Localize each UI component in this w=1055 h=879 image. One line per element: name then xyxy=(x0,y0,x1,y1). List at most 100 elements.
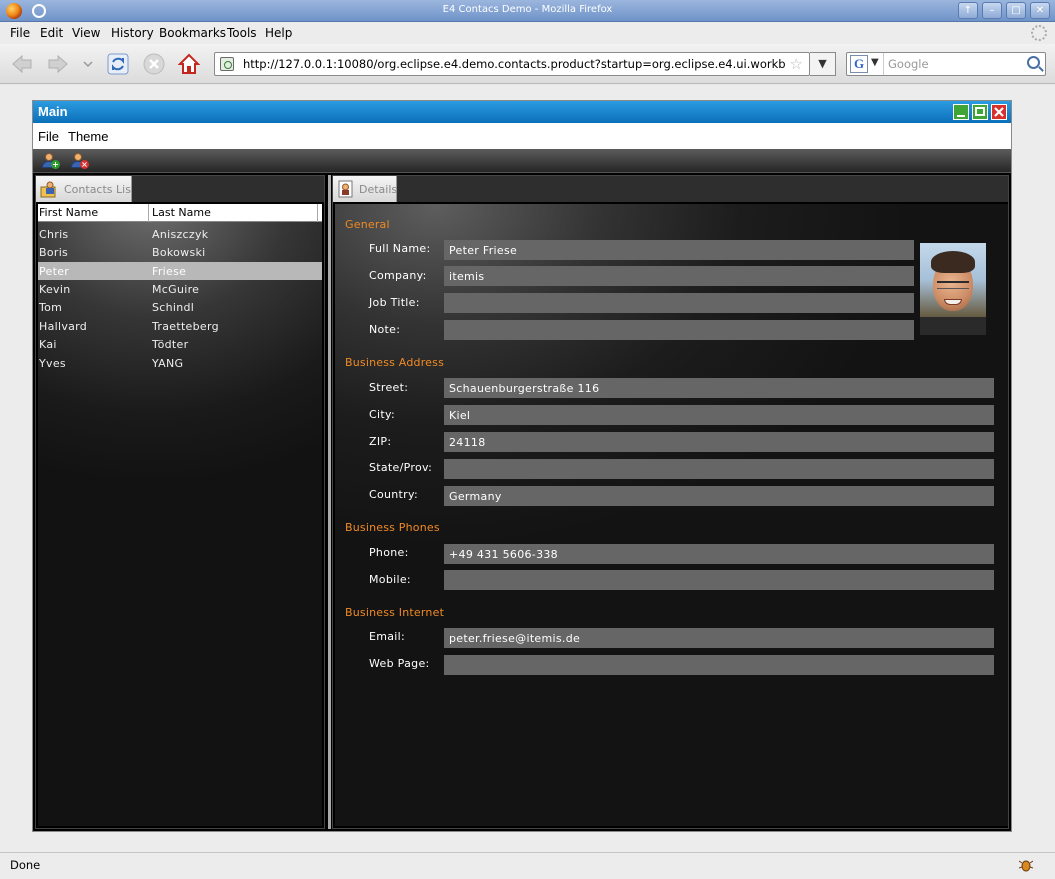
status-text: Done xyxy=(10,858,41,872)
section-business-internet: Business Internet xyxy=(345,606,445,619)
table-row[interactable]: Kevin McGuire xyxy=(38,280,322,298)
cell-last-name: Traetteberg xyxy=(152,320,219,333)
home-button[interactable] xyxy=(177,52,201,76)
column-separator[interactable] xyxy=(317,204,318,222)
delete-contact-button[interactable]: × xyxy=(69,152,89,170)
cell-first-name: Kevin xyxy=(39,283,71,296)
tab-contacts-list[interactable]: Contacts List xyxy=(36,176,132,202)
url-dropdown-button[interactable]: ▼ xyxy=(810,52,836,76)
app-menu-theme[interactable]: Theme xyxy=(68,129,108,144)
window-minimize-button[interactable]: – xyxy=(982,2,1002,19)
web-page-field[interactable] xyxy=(444,655,994,675)
bookmark-star-icon[interactable]: ☆ xyxy=(790,55,803,73)
browser-menu-bar: File Edit View History Bookmarks Tools H… xyxy=(0,22,1055,44)
cell-first-name: Peter xyxy=(39,265,70,278)
home-icon xyxy=(178,53,200,74)
menu-view[interactable]: View xyxy=(72,26,100,40)
firebug-icon[interactable] xyxy=(1019,858,1033,872)
history-dropdown-button[interactable] xyxy=(78,52,98,76)
column-separator[interactable] xyxy=(148,204,149,222)
table-row[interactable]: Boris Bokowski xyxy=(38,243,322,261)
tab-details[interactable]: Details xyxy=(333,176,397,202)
part-sash[interactable] xyxy=(328,175,331,829)
column-first-name[interactable]: First Name xyxy=(39,206,98,219)
company-field[interactable]: itemis xyxy=(444,266,914,286)
app-title: Main xyxy=(38,104,68,119)
search-bar[interactable]: G ▼ Google xyxy=(846,52,1046,76)
add-contact-button[interactable]: + xyxy=(40,152,60,170)
label-job-title: Job Title: xyxy=(369,296,420,309)
contacts-list-icon xyxy=(40,181,56,198)
label-phone: Phone: xyxy=(369,546,409,559)
contacts-table-header: First Name Last Name xyxy=(38,204,322,222)
cell-last-name: Tödter xyxy=(152,338,189,351)
job-title-field[interactable] xyxy=(444,293,914,313)
section-business-phones: Business Phones xyxy=(345,521,440,534)
cell-first-name: Boris xyxy=(39,246,69,259)
street-field[interactable]: Schauenburgerstraße 116 xyxy=(444,378,994,398)
app-minimize-button[interactable] xyxy=(953,104,969,120)
country-field[interactable]: Germany xyxy=(444,486,994,506)
menu-tools[interactable]: Tools xyxy=(227,26,257,40)
window-up-icon[interactable]: ↑ xyxy=(958,2,978,19)
menu-bookmarks[interactable]: Bookmarks xyxy=(159,26,226,40)
menu-file[interactable]: File xyxy=(10,26,30,40)
app-toolbar: + × xyxy=(33,149,1011,173)
table-row[interactable]: Chris Aniszczyk xyxy=(38,225,322,243)
table-row[interactable]: Kai Tödter xyxy=(38,335,322,353)
window-close-button[interactable]: ✕ xyxy=(1030,2,1050,19)
close-icon xyxy=(994,107,1004,117)
search-input[interactable]: Google xyxy=(888,57,929,71)
note-field[interactable] xyxy=(444,320,914,340)
label-full-name: Full Name: xyxy=(369,242,431,255)
stop-button[interactable] xyxy=(142,52,166,76)
cell-first-name: Kai xyxy=(39,338,57,351)
app-maximize-button[interactable] xyxy=(972,104,988,120)
app-close-button[interactable] xyxy=(991,104,1007,120)
search-engine-icon[interactable]: G xyxy=(850,55,868,73)
label-city: City: xyxy=(369,408,395,421)
label-email: Email: xyxy=(369,630,406,643)
contact-photo[interactable] xyxy=(920,243,986,335)
city-field[interactable]: Kiel xyxy=(444,405,994,425)
email-field[interactable]: peter.friese@itemis.de xyxy=(444,628,994,648)
menu-help[interactable]: Help xyxy=(265,26,292,40)
phone-field[interactable]: +49 431 5606-338 xyxy=(444,544,994,564)
cell-last-name: YANG xyxy=(152,357,184,370)
throbber-icon xyxy=(1031,25,1047,41)
details-part: Details General Full Name: Peter Friese … xyxy=(332,175,1009,829)
details-tab-bar: Details xyxy=(333,176,1008,202)
search-engine-dropdown-icon[interactable]: ▼ xyxy=(871,57,879,68)
column-last-name[interactable]: Last Name xyxy=(152,206,211,219)
cell-last-name: Friese xyxy=(152,265,187,278)
site-identity-icon[interactable] xyxy=(220,57,234,71)
search-icon[interactable] xyxy=(1027,56,1040,69)
menu-edit[interactable]: Edit xyxy=(40,26,63,40)
label-zip: ZIP: xyxy=(369,435,392,448)
cell-first-name: Chris xyxy=(39,228,69,241)
zip-field[interactable]: 24118 xyxy=(444,432,994,452)
app-menu-bar: File Theme xyxy=(33,123,1011,149)
full-name-field[interactable]: Peter Friese xyxy=(444,240,914,260)
cell-first-name: Yves xyxy=(39,357,66,370)
browser-status-bar: Done xyxy=(0,852,1055,879)
window-maximize-button[interactable]: □ xyxy=(1006,2,1026,19)
url-input[interactable]: http://127.0.0.1:10080/org.eclipse.e4.de… xyxy=(243,57,785,71)
mobile-field[interactable] xyxy=(444,570,994,590)
contacts-table[interactable]: First Name Last Name Chris Aniszczyk Bor… xyxy=(38,204,322,826)
label-state: State/Prov: xyxy=(369,461,433,474)
menu-history[interactable]: History xyxy=(111,26,154,40)
table-row[interactable]: Yves YANG xyxy=(38,354,322,372)
table-row[interactable]: Tom Schindl xyxy=(38,298,322,316)
url-bar[interactable]: http://127.0.0.1:10080/org.eclipse.e4.de… xyxy=(214,52,810,76)
forward-button[interactable] xyxy=(46,52,70,76)
table-row-selected[interactable]: Peter Friese xyxy=(38,262,322,280)
back-button[interactable] xyxy=(10,52,34,76)
label-mobile: Mobile: xyxy=(369,573,411,586)
table-row[interactable]: Hallvard Traetteberg xyxy=(38,317,322,335)
section-business-address: Business Address xyxy=(345,356,445,369)
browser-title-bar: E4 Contacs Demo - Mozilla Firefox ↑ – □ … xyxy=(0,0,1055,22)
state-field[interactable] xyxy=(444,459,994,479)
reload-button[interactable] xyxy=(106,52,130,76)
app-menu-file[interactable]: File xyxy=(38,129,59,144)
